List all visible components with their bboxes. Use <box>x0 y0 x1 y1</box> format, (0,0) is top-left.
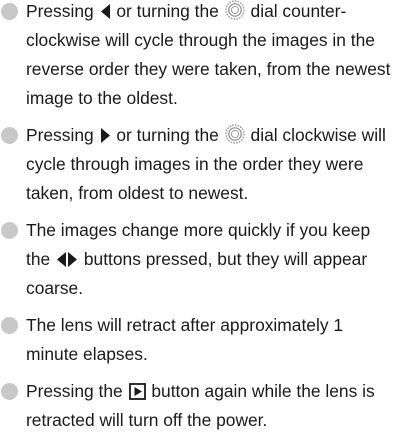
list-item: The lens will retract after approximatel… <box>0 311 401 369</box>
text-segment: or turning the <box>116 1 219 21</box>
text-segment: or turning the <box>116 125 219 145</box>
bullet-icon <box>1 127 18 144</box>
item-text: The lens will retract after approximatel… <box>26 315 343 364</box>
text-segment: Pressing <box>26 125 94 145</box>
list-item: Pressing the button again while the lens… <box>0 377 401 435</box>
list-item: Pressing or turning the dial clockwise w… <box>0 121 401 208</box>
control-dial-icon <box>224 124 245 144</box>
text-segment: Pressing <box>26 1 94 21</box>
playback-button-icon <box>128 383 146 400</box>
bullet-icon <box>1 3 18 20</box>
item-text: Pressing or turning the dial clockwise w… <box>26 124 386 203</box>
item-text: Pressing or turning the dial counter-clo… <box>26 0 390 108</box>
bullet-icon <box>1 383 18 400</box>
item-text: The images change more quickly if you ke… <box>26 220 370 298</box>
text-segment: Pressing the <box>26 381 123 401</box>
instruction-list: Pressing or turning the dial counter-clo… <box>0 0 401 435</box>
control-dial-icon <box>224 0 245 20</box>
list-item: The images change more quickly if you ke… <box>0 216 401 303</box>
bullet-icon <box>1 222 18 239</box>
bullet-icon <box>1 317 18 334</box>
left-right-arrows-icon <box>56 251 78 268</box>
right-arrow-icon <box>100 127 111 144</box>
list-item: Pressing or turning the dial counter-clo… <box>0 0 401 113</box>
text-segment: The lens will retract after approximatel… <box>26 315 344 364</box>
left-arrow-icon <box>100 3 111 20</box>
item-text: Pressing the button again while the lens… <box>26 381 375 430</box>
